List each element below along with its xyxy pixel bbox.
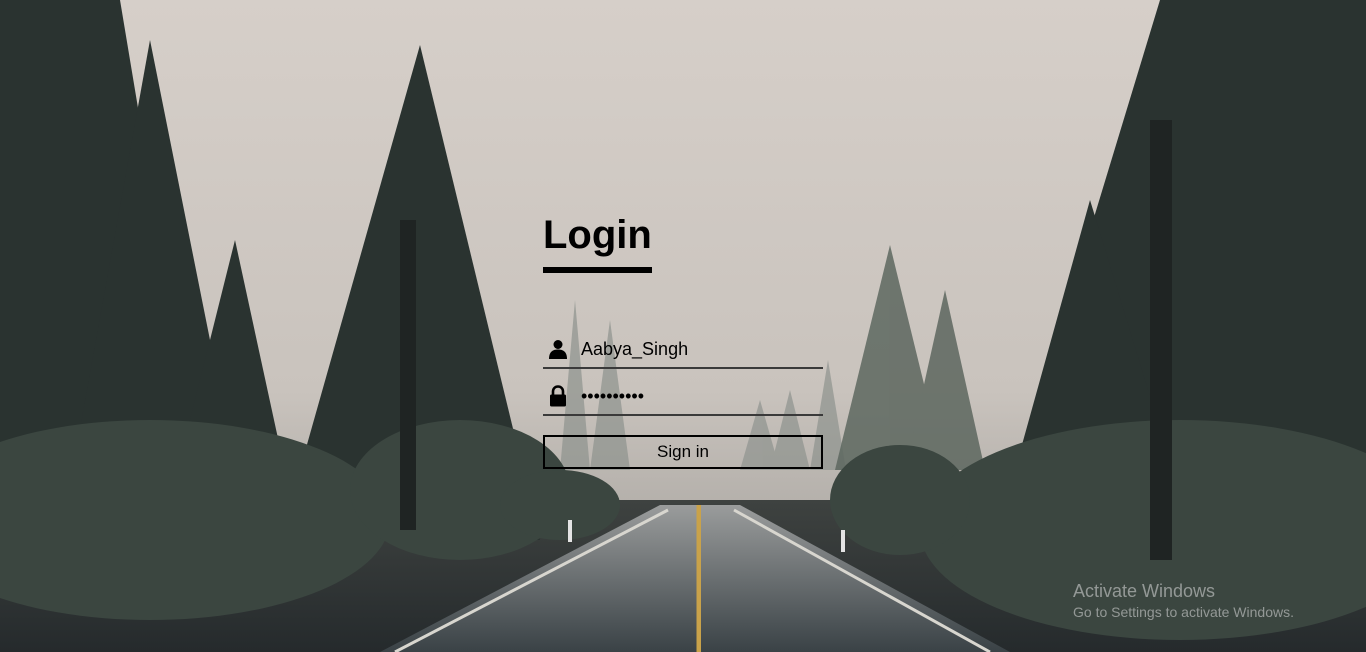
password-field[interactable] xyxy=(543,378,823,416)
username-input[interactable] xyxy=(581,336,811,362)
username-field[interactable] xyxy=(543,331,823,369)
user-icon xyxy=(546,337,570,361)
password-input[interactable] xyxy=(581,383,811,409)
page-title: Login xyxy=(543,213,652,257)
watermark-subtitle: Go to Settings to activate Windows. xyxy=(1073,604,1294,620)
lock-icon xyxy=(546,384,570,408)
forest-road-illustration xyxy=(0,0,1366,652)
windows-activation-watermark: Activate Windows Go to Settings to activ… xyxy=(1073,580,1294,622)
login-panel: Login Sign in xyxy=(543,210,823,469)
background-image xyxy=(0,0,1366,652)
title-underline xyxy=(543,267,652,273)
sign-in-button[interactable]: Sign in xyxy=(543,435,823,469)
watermark-title: Activate Windows xyxy=(1073,581,1216,601)
